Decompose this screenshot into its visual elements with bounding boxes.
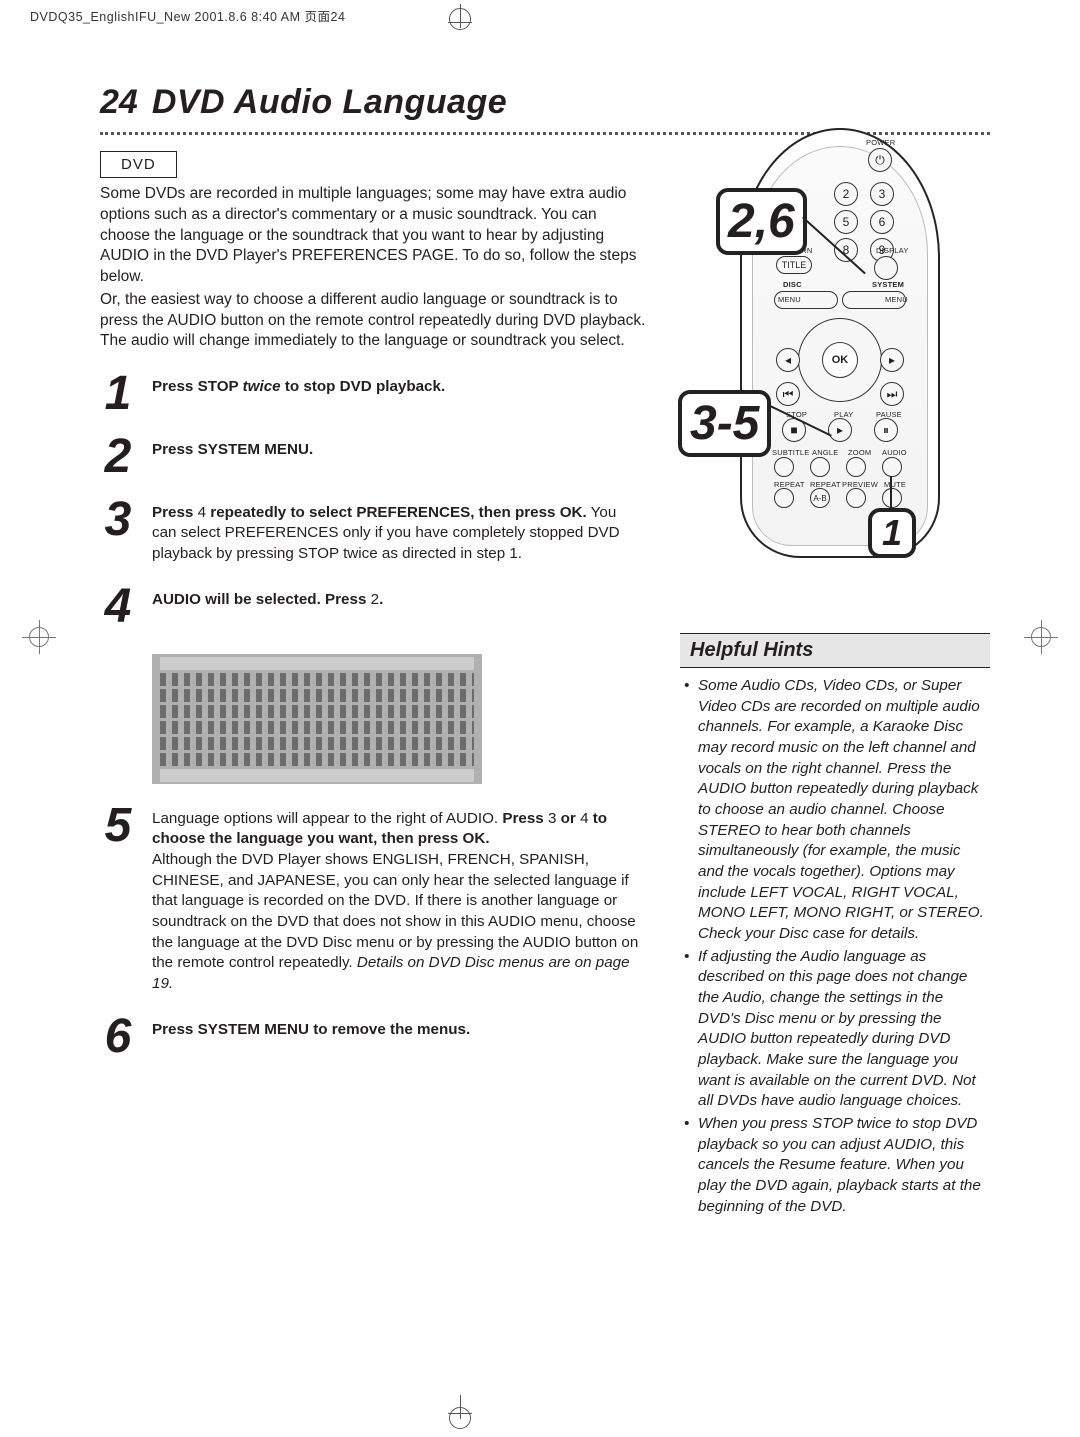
remote-illustration: POWER ⏻ 2 3 5 6 8 9 RETURN DISPLAY TITLE… bbox=[690, 128, 990, 558]
num-2-button: 2 bbox=[834, 182, 858, 206]
crop-mark-left bbox=[22, 620, 56, 654]
repeat-label: REPEAT bbox=[774, 480, 805, 489]
page-number: 24 bbox=[100, 83, 138, 122]
hint-3: When you press STOP twice to stop DVD pl… bbox=[698, 1114, 986, 1217]
num-5-button: 5 bbox=[834, 210, 858, 234]
system-label: SYSTEM bbox=[872, 280, 904, 289]
callout-1: 1 bbox=[868, 508, 916, 558]
ok-button: OK bbox=[822, 342, 858, 378]
preview-button bbox=[846, 488, 866, 508]
display-button bbox=[874, 256, 898, 280]
step-body-4: AUDIO will be selected. Press 2. bbox=[152, 587, 383, 628]
mute-button bbox=[882, 488, 902, 508]
menu-screenshot bbox=[152, 654, 482, 784]
hints-title: Helpful Hints bbox=[680, 633, 990, 668]
hints-body: •Some Audio CDs, Video CDs, or Super Vid… bbox=[680, 668, 990, 1217]
crop-circle-bottom bbox=[449, 1407, 471, 1429]
power-label: POWER bbox=[866, 138, 895, 147]
play-button: ▸ bbox=[828, 418, 852, 442]
step-number-4: 4 bbox=[100, 587, 136, 628]
dvd-badge: DVD bbox=[100, 151, 177, 178]
repeat-ab-label: REPEAT bbox=[810, 480, 841, 489]
angle-button bbox=[810, 457, 830, 477]
skip-prev-icon: ⏮ bbox=[776, 382, 800, 406]
step-number-3: 3 bbox=[100, 500, 136, 541]
audio-label: AUDIO bbox=[882, 448, 907, 457]
pause-button: ⏸ bbox=[874, 418, 898, 442]
nav-left-icon: ◂ bbox=[776, 348, 800, 372]
intro-para-1: Some DVDs are recorded in multiple langu… bbox=[100, 184, 650, 288]
repeat-button bbox=[774, 488, 794, 508]
audio-button bbox=[882, 457, 902, 477]
hint-2: If adjusting the Audio language as descr… bbox=[698, 947, 986, 1112]
step-body-1: Press STOP twice to stop DVD playback. bbox=[152, 374, 445, 398]
step-number-1: 1 bbox=[100, 374, 136, 415]
callout-3-5: 3-5 bbox=[678, 390, 771, 457]
disc-label: DISC bbox=[783, 280, 802, 289]
callout-line-bot bbox=[890, 476, 892, 510]
step-body-3: Press 4 repeatedly to select PREFERENCES… bbox=[152, 500, 640, 565]
intro-para-2: Or, the easiest way to choose a differen… bbox=[100, 290, 650, 352]
angle-label: ANGLE bbox=[812, 448, 838, 457]
step-number-2: 2 bbox=[100, 437, 136, 478]
crop-mark-right bbox=[1024, 620, 1058, 654]
nav-right-icon: ▸ bbox=[880, 348, 904, 372]
step-number-5: 5 bbox=[100, 806, 136, 847]
step-body-6: Press SYSTEM MENU to remove the menus. bbox=[152, 1017, 470, 1041]
title-button: TITLE bbox=[776, 256, 812, 274]
num-6-button: 6 bbox=[870, 210, 894, 234]
zoom-button bbox=[846, 457, 866, 477]
step-body-2: Press SYSTEM MENU. bbox=[152, 437, 313, 461]
preview-label: PREVIEW bbox=[842, 480, 878, 489]
power-button: ⏻ bbox=[868, 148, 892, 172]
repeat-ab-button: A-B bbox=[810, 488, 830, 508]
display-label: DISPLAY bbox=[876, 246, 909, 255]
subtitle-button bbox=[774, 457, 794, 477]
crop-circle-top bbox=[449, 8, 471, 30]
callout-2-6: 2,6 bbox=[716, 188, 807, 255]
step-number-6: 6 bbox=[100, 1017, 136, 1058]
menu-label-right: MENU bbox=[885, 295, 908, 304]
page-title: DVD Audio Language bbox=[152, 83, 507, 122]
subtitle-label: SUBTITLE bbox=[772, 448, 809, 457]
zoom-label: ZOOM bbox=[848, 448, 871, 457]
print-header: DVDQ35_EnglishIFU_New 2001.8.6 8:40 AM 页… bbox=[30, 6, 345, 25]
menu-label-left: MENU bbox=[778, 295, 801, 304]
skip-next-icon: ⏭ bbox=[880, 382, 904, 406]
hint-1: Some Audio CDs, Video CDs, or Super Vide… bbox=[698, 676, 986, 945]
step-body-5: Language options will appear to the righ… bbox=[152, 806, 640, 995]
num-3-button: 3 bbox=[870, 182, 894, 206]
